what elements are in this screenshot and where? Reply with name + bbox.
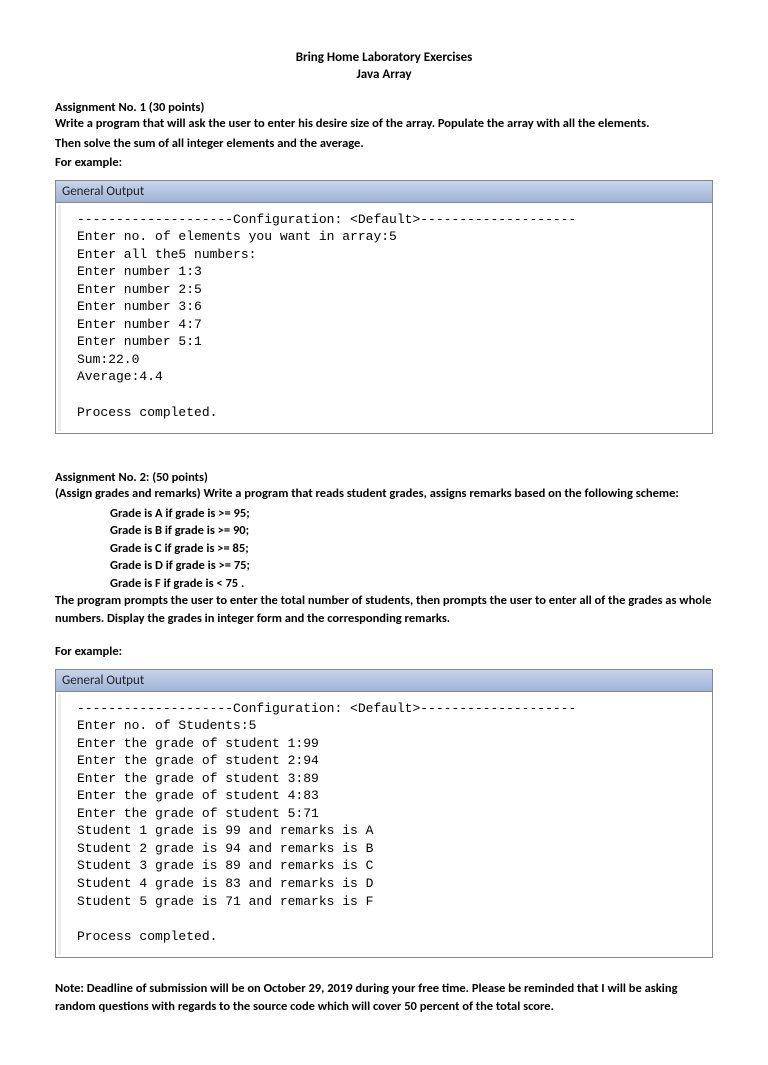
assignment2-output-body: --------------------Configuration: <Defa… <box>58 694 710 956</box>
assignment1-heading: Assignment No. 1 (30 points) <box>55 100 713 115</box>
assignment2-output: General Output --------------------Confi… <box>55 669 713 959</box>
scheme-line-d: Grade is D if grade is >= 75; <box>55 557 713 575</box>
doc-title: Bring Home Laboratory Exercises <box>55 50 713 65</box>
assignment1-example-label: For example: <box>55 154 713 172</box>
assignment2-desc2: The program prompts the user to enter th… <box>55 592 713 627</box>
deadline-note: Note: Deadline of submission will be on … <box>55 980 713 1015</box>
scheme-line-c: Grade is C if grade is >= 85; <box>55 540 713 558</box>
assignment1-output: General Output --------------------Confi… <box>55 180 713 435</box>
scheme-line-f: Grade is F if grade is < 75 . <box>55 575 713 593</box>
output-title-bar: General Output <box>56 181 712 203</box>
assignment2-desc1: (Assign grades and remarks) Write a prog… <box>55 485 713 503</box>
assignment1-desc-line2: Then solve the sum of all integer elemen… <box>55 135 713 153</box>
assignment1-desc-line1: Write a program that will ask the user t… <box>55 115 713 133</box>
output-title-bar-2: General Output <box>56 670 712 692</box>
doc-subtitle: Java Array <box>55 67 713 82</box>
assignment1-output-body: --------------------Configuration: <Defa… <box>58 205 710 432</box>
scheme-line-b: Grade is B if grade is >= 90; <box>55 522 713 540</box>
assignment2-example-label: For example: <box>55 643 713 661</box>
assignment2-heading: Assignment No. 2: (50 points) <box>55 470 713 485</box>
scheme-line-a: Grade is A if grade is >= 95; <box>55 505 713 523</box>
